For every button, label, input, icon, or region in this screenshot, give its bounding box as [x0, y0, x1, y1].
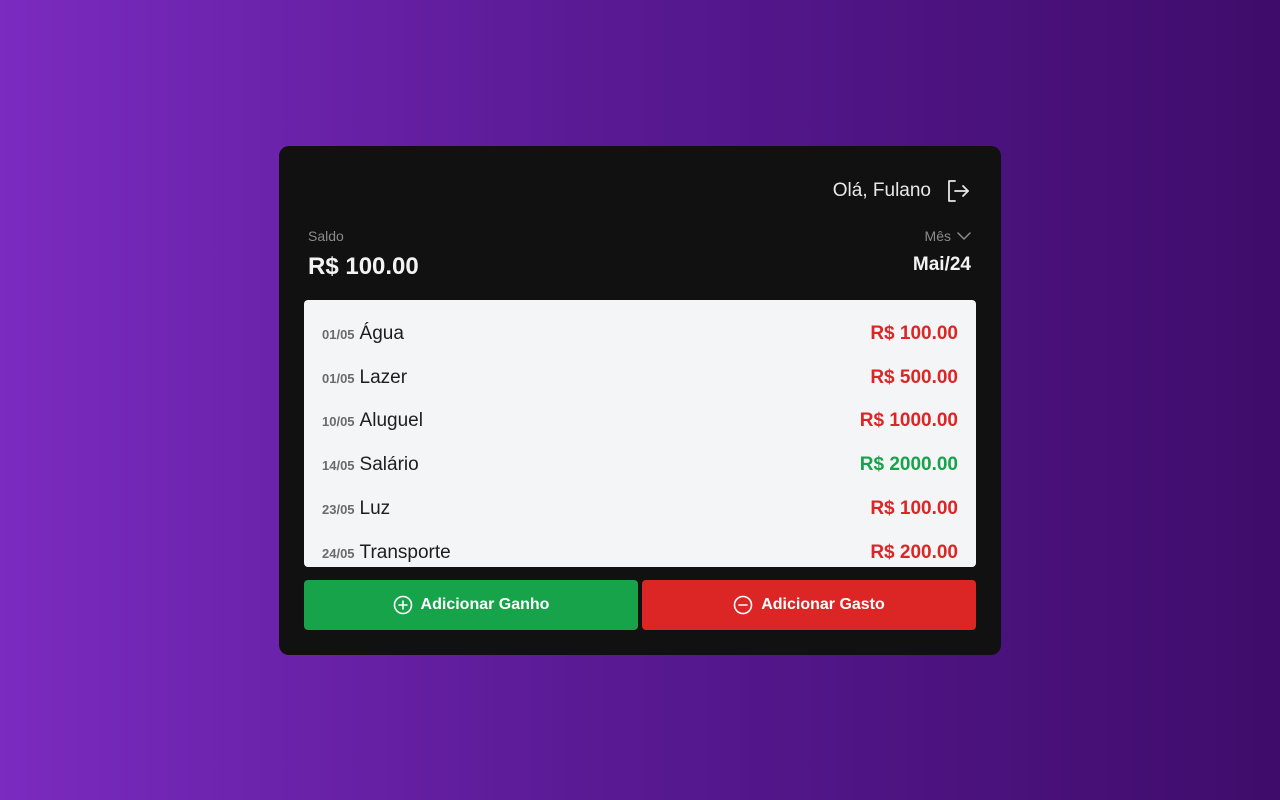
- transaction-info: 01/05 Água: [322, 323, 404, 345]
- transaction-amount: R$ 1000.00: [859, 410, 958, 432]
- month-value[interactable]: Mai/24: [913, 254, 971, 276]
- transaction-amount: R$ 100.00: [870, 322, 958, 344]
- transaction-row[interactable]: 10/05 Aluguel R$ 1000.00: [322, 400, 958, 444]
- add-income-label: Adicionar Ganho: [420, 596, 550, 613]
- transaction-row[interactable]: 01/05 Lazer R$ 500.00: [322, 356, 958, 400]
- transaction-row[interactable]: 14/05 Salário R$ 2000.00: [322, 443, 958, 487]
- add-expense-button[interactable]: Adicionar Gasto: [642, 580, 976, 630]
- transaction-info: 14/05 Salário: [322, 454, 419, 476]
- minus-circle-icon: [733, 595, 753, 615]
- user-greeting: Olá, Fulano: [832, 180, 931, 201]
- transaction-description: Aluguel: [359, 410, 423, 432]
- transaction-info: 01/05 Lazer: [322, 367, 407, 389]
- transaction-description: Luz: [359, 498, 391, 520]
- chevron-down-icon: [957, 228, 971, 244]
- transaction-date: 24/05: [322, 545, 355, 561]
- transaction-info: 24/05 Transporte: [322, 542, 451, 564]
- add-income-button[interactable]: Adicionar Ganho: [304, 580, 638, 630]
- finance-card: Olá, Fulano Saldo R$ 100.00 Mês Mai/24 0…: [279, 146, 1001, 655]
- transaction-list[interactable]: 01/05 Água R$ 100.00 01/05 Lazer R$ 500.00 10/…: [304, 300, 976, 567]
- balance-label: Saldo: [308, 228, 344, 244]
- balance-value: R$ 100.00: [308, 253, 419, 280]
- transaction-amount: R$ 500.00: [870, 366, 958, 388]
- add-expense-label: Adicionar Gasto: [761, 596, 885, 613]
- transaction-date: 01/05: [322, 326, 355, 342]
- transaction-amount: R$ 100.00: [870, 498, 958, 520]
- transaction-description: Lazer: [359, 366, 408, 388]
- transaction-row[interactable]: 23/05 Luz R$ 100.00: [322, 487, 958, 531]
- month-selector[interactable]: Mês: [925, 228, 971, 244]
- plus-circle-icon: [393, 595, 413, 615]
- transaction-description: Salário: [359, 454, 419, 476]
- transaction-date: 10/05: [322, 414, 355, 430]
- transaction-row[interactable]: 01/05 Água R$ 100.00: [322, 312, 958, 356]
- transaction-description: Transporte: [359, 541, 451, 563]
- transaction-amount: R$ 200.00: [870, 541, 958, 563]
- transaction-date: 14/05: [322, 458, 355, 474]
- transaction-date: 23/05: [322, 502, 355, 518]
- transaction-info: 23/05 Luz: [322, 498, 390, 520]
- transaction-date: 01/05: [322, 370, 355, 386]
- transaction-description: Água: [359, 322, 404, 344]
- month-label: Mês: [924, 228, 951, 244]
- logout-icon[interactable]: [945, 178, 971, 204]
- user-header: Olá, Fulano: [833, 178, 971, 204]
- transaction-info: 10/05 Aluguel: [322, 410, 423, 432]
- transaction-row[interactable]: 24/05 Transporte R$ 200.00: [322, 531, 958, 567]
- transaction-amount: R$ 2000.00: [859, 454, 958, 476]
